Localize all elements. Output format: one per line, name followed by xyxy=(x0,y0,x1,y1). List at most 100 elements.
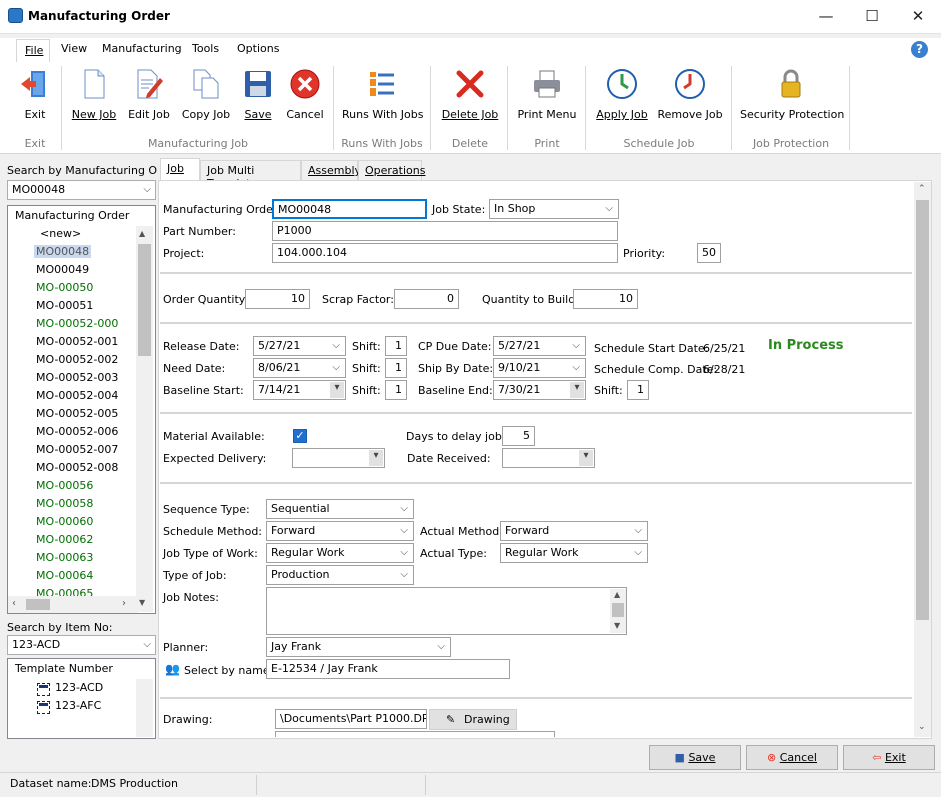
need-date-picker[interactable]: 8/06/21 ⌵ xyxy=(253,358,346,378)
tree-item[interactable]: <new> xyxy=(34,226,83,244)
tree-item[interactable]: MO-00056 xyxy=(34,478,95,496)
tab-job-multi-template[interactable]: Job Multi Template xyxy=(200,160,301,190)
tree-item[interactable]: MO-00052-003 xyxy=(34,370,120,388)
schedule-method-dropdown[interactable]: Forward ⌵ xyxy=(266,521,414,541)
job-state-dropdown[interactable]: In Shop ⌵ xyxy=(489,199,619,219)
scroll-down-icon[interactable]: ⌄ xyxy=(918,722,926,732)
mo-tree-hscroll[interactable]: ‹ › xyxy=(8,596,138,613)
drawing-path-field[interactable]: \Documents\Part P1000.DRW xyxy=(275,709,427,729)
ship-by-picker[interactable]: 9/10/21 ⌵ xyxy=(493,358,586,378)
cancel-button[interactable]: ⊗ Cancel xyxy=(746,745,838,770)
tree-item[interactable]: MO-00052-004 xyxy=(34,388,120,406)
hscroll-thumb[interactable] xyxy=(26,599,50,610)
security-protection-button[interactable]: Security Protection xyxy=(740,66,844,128)
days-delay-field[interactable]: 5 xyxy=(502,426,535,446)
project-field[interactable]: 104.000.104 xyxy=(272,243,618,263)
dropdown-arrow-icon[interactable]: ▾ xyxy=(579,450,593,466)
tab-operations[interactable]: Operations xyxy=(358,160,425,180)
cancel-ribbon-button[interactable]: Cancel xyxy=(284,66,326,128)
tab-job[interactable]: Job xyxy=(160,158,200,180)
tree-item[interactable]: MO-00058 xyxy=(34,496,95,514)
release-date-picker[interactable]: 5/27/21 ⌵ xyxy=(253,336,346,356)
dropdown-arrow-icon[interactable]: ▾ xyxy=(570,382,584,398)
scrap-factor-field[interactable]: 0 xyxy=(394,289,459,309)
mo-field[interactable]: MO00048 xyxy=(272,199,427,219)
menu-tools[interactable]: Tools xyxy=(192,42,219,55)
edit-job-button[interactable]: Edit Job xyxy=(125,66,173,128)
tree-item[interactable]: MO-00052-007 xyxy=(34,442,120,460)
exit-button[interactable]: ⇦ Exit xyxy=(843,745,935,770)
minimize-button[interactable]: — xyxy=(803,0,849,32)
tree-item[interactable]: MO-00050 xyxy=(34,280,95,298)
menu-view[interactable]: View xyxy=(61,42,87,55)
new-job-button[interactable]: New Job xyxy=(70,66,118,128)
help-icon[interactable]: ? xyxy=(911,41,928,58)
tree-item[interactable]: MO-00051 xyxy=(34,298,95,316)
template-tree[interactable]: Template Number 123-ACD 123-AFC xyxy=(7,658,156,739)
order-qty-field[interactable]: 10 xyxy=(245,289,310,309)
qty-build-field[interactable]: 10 xyxy=(573,289,638,309)
scroll-down-icon[interactable]: ▼ xyxy=(139,598,150,608)
actual-type-dropdown[interactable]: Regular Work ⌵ xyxy=(500,543,648,563)
dropdown-arrow-icon[interactable]: ▾ xyxy=(369,450,383,466)
baseline-end-shift-field[interactable]: 1 xyxy=(627,380,649,400)
tree-item[interactable]: MO-00062 xyxy=(34,532,95,550)
template-item[interactable]: 123-ACD xyxy=(37,681,103,696)
form-scrollbar[interactable]: ⌃ ⌄ xyxy=(914,182,931,737)
template-scrollbar[interactable] xyxy=(136,679,153,737)
mo-tree-scrollbar[interactable]: ▲ ▼ xyxy=(136,226,153,612)
search-item-combo[interactable]: 123-ACD ⌵ xyxy=(7,635,156,655)
form-scroll-thumb[interactable] xyxy=(916,200,929,620)
baseline-end-combo[interactable]: 7/30/21 ▾ xyxy=(493,380,586,400)
job-notes-textarea[interactable]: ▲ ▼ xyxy=(266,587,627,635)
apply-job-button[interactable]: Apply Job xyxy=(594,66,650,128)
print-menu-button[interactable]: Print Menu xyxy=(516,66,578,128)
search-mo-combo[interactable]: MO00048 ⌵ xyxy=(7,180,156,200)
part-number-field[interactable]: P1000 xyxy=(272,221,618,241)
scroll-up-icon[interactable]: ▲ xyxy=(614,590,620,599)
tree-item[interactable]: MO-00060 xyxy=(34,514,95,532)
maximize-button[interactable]: ☐ xyxy=(849,0,895,32)
notes-scroll-thumb[interactable] xyxy=(612,603,624,617)
job-type-work-dropdown[interactable]: Regular Work ⌵ xyxy=(266,543,414,563)
scroll-up-icon[interactable]: ▲ xyxy=(139,229,150,239)
tree-item[interactable]: MO-00063 xyxy=(34,550,95,568)
baseline-shift-field[interactable]: 1 xyxy=(385,380,407,400)
drawing-button[interactable]: ✎ Drawing xyxy=(429,709,517,730)
remove-job-button[interactable]: Remove Job xyxy=(657,66,723,128)
save-ribbon-button[interactable]: Save xyxy=(240,66,276,128)
actual-method-dropdown[interactable]: Forward ⌵ xyxy=(500,521,648,541)
menu-manufacturing[interactable]: Manufacturing xyxy=(102,42,182,55)
date-received-combo[interactable]: ▾ xyxy=(502,448,595,468)
copy-job-button[interactable]: Copy Job xyxy=(180,66,232,128)
tree-item[interactable]: MO-00052-005 xyxy=(34,406,120,424)
tree-item[interactable]: MO-00052-001 xyxy=(34,334,120,352)
cp-due-picker[interactable]: 5/27/21 ⌵ xyxy=(493,336,586,356)
priority-field[interactable]: 50 xyxy=(697,243,721,263)
tree-item[interactable]: MO-00064 xyxy=(34,568,95,586)
sequence-type-dropdown[interactable]: Sequential ⌵ xyxy=(266,499,414,519)
tree-item[interactable]: MO-00052-000 xyxy=(34,316,120,334)
material-available-checkbox[interactable]: ✓ xyxy=(293,429,307,443)
menu-file[interactable]: File xyxy=(25,44,43,57)
baseline-start-combo[interactable]: 7/14/21 ▾ xyxy=(253,380,346,400)
need-shift-field[interactable]: 1 xyxy=(385,358,407,378)
release-shift-field[interactable]: 1 xyxy=(385,336,407,356)
scroll-left-icon[interactable]: ‹ xyxy=(12,598,16,609)
scroll-right-icon[interactable]: › xyxy=(122,598,126,609)
close-window-button[interactable]: ✕ xyxy=(895,0,941,32)
planner-dropdown[interactable]: Jay Frank ⌵ xyxy=(266,637,451,657)
scroll-up-icon[interactable]: ⌃ xyxy=(918,184,926,194)
tree-item[interactable]: MO-00052-008 xyxy=(34,460,120,478)
type-of-job-dropdown[interactable]: Production ⌵ xyxy=(266,565,414,585)
menu-options[interactable]: Options xyxy=(237,42,279,55)
scroll-thumb[interactable] xyxy=(138,244,151,356)
scroll-down-icon[interactable]: ▼ xyxy=(614,621,620,630)
tree-item[interactable]: MO-00052-006 xyxy=(34,424,120,442)
tree-item[interactable]: MO00049 xyxy=(34,262,91,280)
notes-scrollbar[interactable]: ▲ ▼ xyxy=(610,589,626,633)
expected-delivery-combo[interactable]: ▾ xyxy=(292,448,385,468)
tree-item[interactable]: MO-00052-002 xyxy=(34,352,120,370)
delete-job-button[interactable]: Delete Job xyxy=(440,66,500,128)
template-item[interactable]: 123-AFC xyxy=(37,699,101,714)
